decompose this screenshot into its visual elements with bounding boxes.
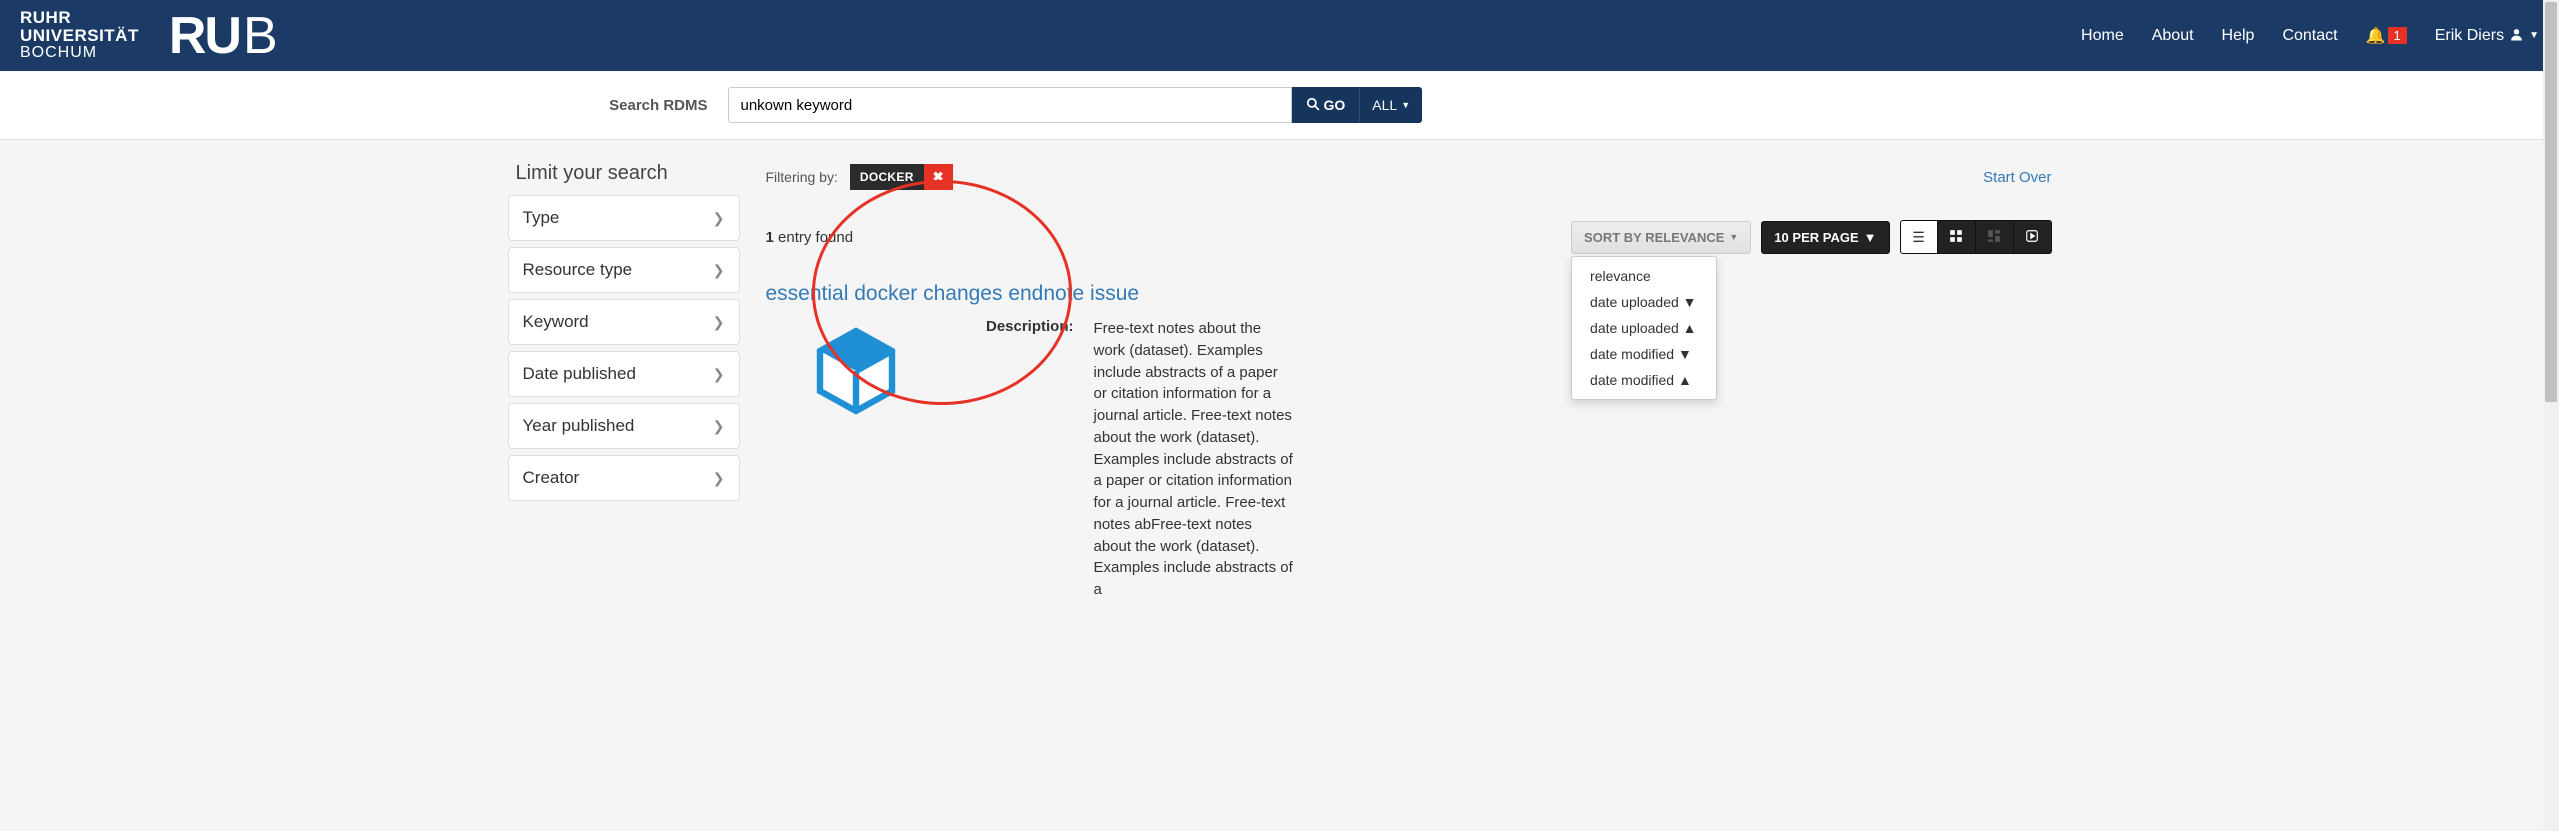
per-page-label: 10 PER PAGE xyxy=(1774,230,1858,245)
sort-option-relevance[interactable]: relevance xyxy=(1572,263,1716,289)
search-icon xyxy=(1306,97,1320,114)
sidebar-heading: Limit your search xyxy=(516,162,740,185)
caret-down-icon: ▼ xyxy=(2529,30,2539,41)
sort-dropdown-wrap: SORT BY RELEVANCE ▼ relevance date uploa… xyxy=(1571,221,1751,254)
view-toggle-group: ☰ xyxy=(1900,220,2052,254)
brand-line2: UNIVERSITÄT xyxy=(20,27,139,45)
entries-found: 1 entry found xyxy=(766,229,854,246)
results-area: Filtering by: DOCKER ✖ Start Over 1 entr… xyxy=(766,162,2052,601)
facet-label: Type xyxy=(523,208,560,228)
close-icon: ✖ xyxy=(933,169,944,184)
result-thumbnail[interactable] xyxy=(766,318,946,601)
facet-label: Year published xyxy=(523,416,635,436)
sidebar: Limit your search Type ❯ Resource type ❯… xyxy=(508,162,740,601)
search-go-button[interactable]: GO xyxy=(1292,87,1360,123)
caret-down-icon: ▼ xyxy=(1729,232,1738,242)
nav-help[interactable]: Help xyxy=(2222,27,2255,45)
content: Limit your search Type ❯ Resource type ❯… xyxy=(508,140,2052,601)
start-over-link[interactable]: Start Over xyxy=(1983,169,2051,186)
facet-year-published[interactable]: Year published ❯ xyxy=(508,403,740,449)
facet-label: Creator xyxy=(523,468,580,488)
sort-button[interactable]: SORT BY RELEVANCE ▼ xyxy=(1571,221,1751,254)
facet-label: Date published xyxy=(523,364,636,384)
caret-down-icon: ▼ xyxy=(1401,100,1410,110)
search-input[interactable] xyxy=(728,87,1292,123)
entries-count: 1 xyxy=(766,229,774,246)
brand-line3: BOCHUM xyxy=(20,45,139,62)
brand-logo[interactable]: RUB xyxy=(169,3,279,69)
nav-home[interactable]: Home xyxy=(2081,27,2124,45)
person-icon xyxy=(2510,27,2523,45)
sort-option-uploaded-desc[interactable]: date uploaded ▼ xyxy=(1572,289,1716,315)
filter-chip: DOCKER xyxy=(850,164,924,190)
sort-option-modified-desc[interactable]: date modified ▼ xyxy=(1572,341,1716,367)
facet-keyword[interactable]: Keyword ❯ xyxy=(508,299,740,345)
result-title-link[interactable]: essential docker changes endnote issue xyxy=(766,282,1140,306)
sort-option-modified-asc[interactable]: date modified ▲ xyxy=(1572,367,1716,393)
description-text: Free-text notes about the work (dataset)… xyxy=(1094,318,1294,601)
result-description: Description: Free-text notes about the w… xyxy=(982,318,1294,601)
per-page-button[interactable]: 10 PER PAGE ▼ xyxy=(1761,221,1889,254)
facet-date-published[interactable]: Date published ❯ xyxy=(508,351,740,397)
entries-suffix: entry found xyxy=(774,229,853,246)
controls-row: 1 entry found SORT BY RELEVANCE ▼ releva… xyxy=(766,220,2052,254)
notifications-button[interactable]: 🔔 1 xyxy=(2366,26,2407,46)
search-label: Search RDMS xyxy=(508,97,728,114)
description-label: Description: xyxy=(982,318,1074,601)
chevron-right-icon: ❯ xyxy=(713,470,725,487)
nav-about[interactable]: About xyxy=(2152,27,2194,45)
brand-text: RUHR UNIVERSITÄT BOCHUM xyxy=(20,9,139,61)
chevron-right-icon: ❯ xyxy=(713,418,725,435)
facet-label: Resource type xyxy=(523,260,633,280)
chevron-right-icon: ❯ xyxy=(713,210,725,227)
brand-logo-b: B xyxy=(240,3,279,69)
scrollbar-track[interactable] xyxy=(2543,0,2559,831)
filter-row: Filtering by: DOCKER ✖ Start Over xyxy=(766,164,2052,190)
facet-label: Keyword xyxy=(523,312,589,332)
chevron-right-icon: ❯ xyxy=(713,314,725,331)
user-name: Erik Diers xyxy=(2435,27,2504,45)
facet-creator[interactable]: Creator ❯ xyxy=(508,455,740,501)
bell-icon: 🔔 xyxy=(2366,26,2386,46)
go-label: GO xyxy=(1324,97,1346,113)
scrollbar-thumb[interactable] xyxy=(2545,2,2557,402)
result-body: Description: Free-text notes about the w… xyxy=(766,318,2052,601)
facet-resource-type[interactable]: Resource type ❯ xyxy=(508,247,740,293)
filter-label: Filtering by: xyxy=(766,169,838,185)
chevron-right-icon: ❯ xyxy=(713,262,725,279)
view-list-button[interactable]: ☰ xyxy=(1900,220,1938,254)
grid-icon xyxy=(1949,229,1963,246)
view-grid-button[interactable] xyxy=(1938,220,1976,254)
cube-icon xyxy=(816,326,896,416)
view-slideshow-button[interactable] xyxy=(2014,220,2052,254)
nav-contact[interactable]: Contact xyxy=(2282,27,2337,45)
brand-line1: RUHR xyxy=(20,9,139,27)
caret-down-icon: ▼ xyxy=(1864,230,1877,245)
list-icon: ☰ xyxy=(1912,229,1925,246)
sort-option-uploaded-asc[interactable]: date uploaded ▲ xyxy=(1572,315,1716,341)
chevron-right-icon: ❯ xyxy=(713,366,725,383)
slideshow-icon xyxy=(2025,229,2039,246)
nav-links: Home About Help Contact 🔔 1 Erik Diers ▼ xyxy=(2081,26,2539,46)
search-bar: Search RDMS GO ALL ▼ xyxy=(0,71,2559,140)
all-label: ALL xyxy=(1372,97,1397,113)
user-menu[interactable]: Erik Diers ▼ xyxy=(2435,27,2539,45)
facet-type[interactable]: Type ❯ xyxy=(508,195,740,241)
view-masonry-button[interactable] xyxy=(1976,220,2014,254)
brand-logo-ru: RU xyxy=(169,6,240,66)
masonry-icon xyxy=(1987,229,2001,246)
search-all-dropdown[interactable]: ALL ▼ xyxy=(1359,87,1422,123)
notif-badge: 1 xyxy=(2388,27,2407,44)
sort-dropdown-menu: relevance date uploaded ▼ date uploaded … xyxy=(1571,256,1717,400)
navbar: RUHR UNIVERSITÄT BOCHUM RUB Home About H… xyxy=(0,0,2559,71)
sort-label: SORT BY RELEVANCE xyxy=(1584,230,1724,245)
filter-remove-button[interactable]: ✖ xyxy=(924,164,953,190)
